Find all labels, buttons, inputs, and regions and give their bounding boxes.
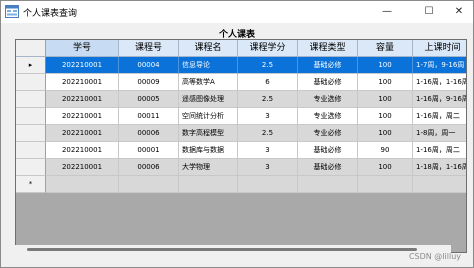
new-row-cell[interactable] — [179, 176, 238, 193]
column-header-1[interactable]: 学号 — [46, 40, 119, 57]
column-header-4[interactable]: 课程学分 — [238, 40, 298, 57]
table-cell[interactable]: 202210001 — [46, 57, 119, 74]
table-cell[interactable]: 数字高程模型 — [179, 125, 238, 142]
table-cell[interactable]: 数据库与数据 — [179, 142, 238, 159]
table-cell[interactable]: 基础必修 — [298, 159, 358, 176]
table-cell[interactable]: 大学物理 — [179, 159, 238, 176]
row-header-cell[interactable] — [16, 108, 46, 125]
new-row-cell[interactable] — [46, 176, 119, 193]
table-row[interactable]: ▸ 202210001 00004 信息导论 2.5 基础必修 100 1-7周，9-16周 — [16, 57, 466, 74]
window-title: 个人课表查询 — [23, 9, 78, 19]
course-datagrid[interactable]: 学号 课程号 课程名 课程学分 课程类型 容量 上课时间 ▸ 202210001 00004 信息导… — [15, 39, 467, 253]
table-cell[interactable]: 2.5 — [238, 125, 298, 142]
table-cell[interactable]: 1-16周，周二 — [413, 142, 466, 159]
row-header-cell[interactable] — [16, 159, 46, 176]
grid-corner-cell[interactable] — [16, 40, 46, 57]
table-cell[interactable]: 00004 — [119, 57, 179, 74]
table-cell[interactable]: 202210001 — [46, 159, 119, 176]
table-row[interactable]: 202210001 00001 数据库与数据 3 基础必修 90 1-16周，周二 — [16, 142, 466, 159]
table-cell[interactable]: 专业必修 — [298, 125, 358, 142]
column-header-6[interactable]: 容量 — [358, 40, 413, 57]
column-header-2[interactable]: 课程号 — [119, 40, 179, 57]
minimize-button[interactable]: — — [373, 1, 401, 23]
grid-header-row: 学号 课程号 课程名 课程学分 课程类型 容量 上课时间 — [16, 40, 466, 57]
table-cell[interactable]: 100 — [358, 108, 413, 125]
table-row[interactable]: 202210001 00006 数字高程模型 2.5 专业必修 100 1-8周，周一 — [16, 125, 466, 142]
new-row-cell[interactable] — [358, 176, 413, 193]
table-cell[interactable]: 00005 — [119, 91, 179, 108]
table-row[interactable]: 202210001 00011 空间统计分析 3 专业选修 100 1-16周，周二 — [16, 108, 466, 125]
horizontal-scrollbar[interactable] — [15, 245, 451, 253]
table-cell[interactable]: 202210001 — [46, 91, 119, 108]
table-cell[interactable]: 00006 — [119, 125, 179, 142]
table-cell[interactable]: 1-8周，周一 — [413, 125, 466, 142]
row-header-cell[interactable]: ▸ — [16, 57, 46, 74]
row-header-cell[interactable] — [16, 91, 46, 108]
table-cell[interactable]: 遥感图像处理 — [179, 91, 238, 108]
table-cell[interactable]: 202210001 — [46, 125, 119, 142]
table-cell[interactable]: 3 — [238, 142, 298, 159]
scrollbar-thumb[interactable] — [27, 248, 417, 251]
table-cell[interactable]: 6 — [238, 74, 298, 91]
app-icon — [5, 5, 19, 18]
table-cell[interactable]: 1-16周，周二 — [413, 108, 466, 125]
table-cell[interactable]: 202210001 — [46, 142, 119, 159]
table-row[interactable]: 202210001 00005 遥感图像处理 2.5 专业选修 100 1-16周，9-16… — [16, 91, 466, 108]
table-cell[interactable]: 00006 — [119, 159, 179, 176]
row-header-cell[interactable] — [16, 142, 46, 159]
table-cell[interactable]: 100 — [358, 57, 413, 74]
table-cell[interactable]: 基础必修 — [298, 57, 358, 74]
table-cell[interactable]: 2.5 — [238, 57, 298, 74]
table-cell[interactable]: 2.5 — [238, 91, 298, 108]
new-row-header-cell[interactable]: * — [16, 176, 46, 193]
title-bar[interactable]: 个人课表查询 — ☐ ✕ — [1, 1, 473, 23]
column-header-3[interactable]: 课程名 — [179, 40, 238, 57]
table-cell[interactable]: 1-7周，9-16周 — [413, 57, 466, 74]
table-cell[interactable]: 3 — [238, 108, 298, 125]
new-row[interactable]: * — [16, 176, 466, 193]
watermark-text: CSDN @lilluy — [408, 252, 461, 261]
table-cell[interactable]: 100 — [358, 159, 413, 176]
table-cell[interactable]: 专业选修 — [298, 91, 358, 108]
new-row-cell[interactable] — [238, 176, 298, 193]
table-cell[interactable]: 00011 — [119, 108, 179, 125]
table-cell[interactable]: 202210001 — [46, 74, 119, 91]
table-cell[interactable]: 空间统计分析 — [179, 108, 238, 125]
table-cell[interactable]: 1-16周，9-16周 — [413, 91, 466, 108]
new-row-cell[interactable] — [298, 176, 358, 193]
table-cell[interactable]: 高等数学A — [179, 74, 238, 91]
table-cell[interactable]: 00001 — [119, 142, 179, 159]
table-row[interactable]: 202210001 00006 大学物理 3 基础必修 100 1-18周，1-16周 — [16, 159, 466, 176]
table-cell[interactable]: 信息导论 — [179, 57, 238, 74]
table-cell[interactable]: 1-18周，1-16周 — [413, 159, 466, 176]
table-cell[interactable]: 100 — [358, 125, 413, 142]
new-row-cell[interactable] — [119, 176, 179, 193]
table-cell[interactable]: 3 — [238, 159, 298, 176]
table-row[interactable]: 202210001 00009 高等数学A 6 基础必修 100 1-16周，1-16周 — [16, 74, 466, 91]
column-header-5[interactable]: 课程类型 — [298, 40, 358, 57]
table-cell[interactable]: 1-16周，1-16周 — [413, 74, 466, 91]
app-window: 个人课表查询 — ☐ ✕ 个人课表 学号 课程号 课程名 课程学分 课程类型 容量 上课时间… — [0, 0, 474, 268]
row-header-cell[interactable] — [16, 74, 46, 91]
column-header-7[interactable]: 上课时间 — [413, 40, 466, 57]
close-button[interactable]: ✕ — [445, 1, 473, 23]
row-header-cell[interactable] — [16, 125, 46, 142]
table-cell[interactable]: 专业选修 — [298, 108, 358, 125]
new-row-cell[interactable] — [413, 176, 466, 193]
table-cell[interactable]: 90 — [358, 142, 413, 159]
table-cell[interactable]: 202210001 — [46, 108, 119, 125]
table-cell[interactable]: 100 — [358, 74, 413, 91]
table-cell[interactable]: 基础必修 — [298, 74, 358, 91]
maximize-button[interactable]: ☐ — [415, 1, 443, 23]
table-cell[interactable]: 00009 — [119, 74, 179, 91]
table-cell[interactable]: 基础必修 — [298, 142, 358, 159]
table-cell[interactable]: 100 — [358, 91, 413, 108]
